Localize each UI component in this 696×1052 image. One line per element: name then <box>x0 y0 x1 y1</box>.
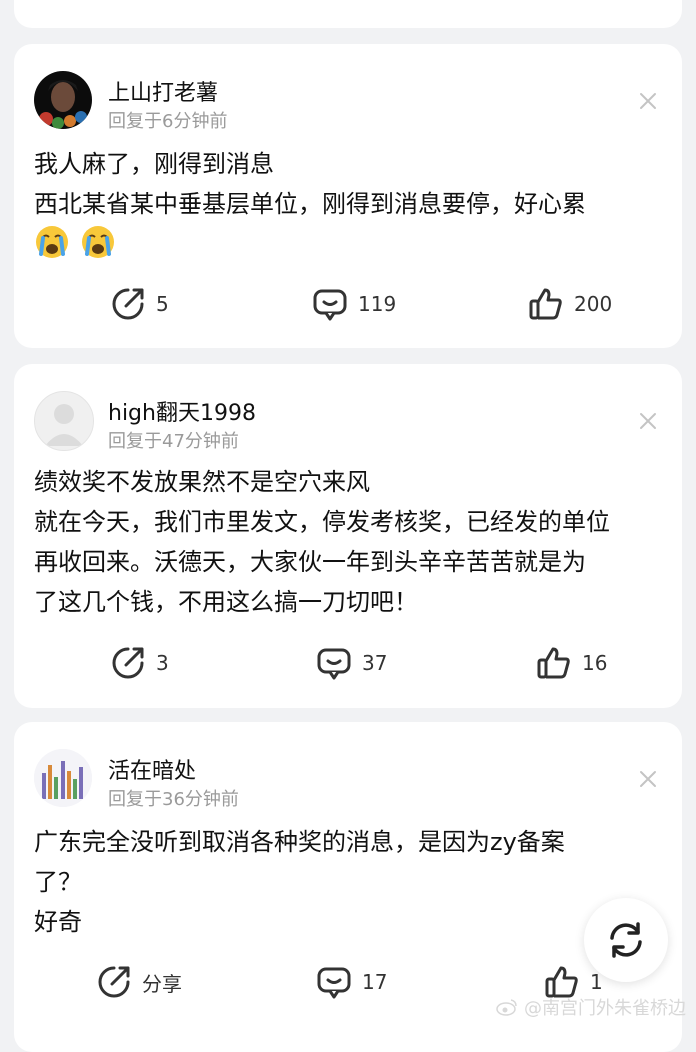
share-count: 5 <box>156 292 169 316</box>
avatar[interactable] <box>34 71 92 129</box>
comment-button[interactable]: 119 <box>312 284 396 324</box>
like-count: 200 <box>574 292 613 316</box>
watermark: @南宫门外朱雀桥边 <box>496 994 686 1020</box>
weibo-logo-icon <box>496 999 517 1016</box>
action-bar: 3 37 16 <box>14 643 682 683</box>
comment-icon <box>317 648 351 680</box>
comment-text: 绩效奖不发放果然不是空穴来风 就在今天，我们市里发文，停发考核奖，已经发的单位 … <box>34 462 658 622</box>
thumbs-up-icon <box>529 288 562 320</box>
comment-line: 再收回来。沃德天，大家伙一年到头辛辛苦苦就是为 <box>34 548 586 576</box>
close-icon[interactable] <box>636 409 660 433</box>
share-icon <box>112 288 144 320</box>
comment-line: 绩效奖不发放果然不是空穴来风 <box>34 468 370 496</box>
reply-time: 回复于6分钟前 <box>108 111 228 132</box>
crying-face-emoji <box>34 224 70 272</box>
like-button[interactable]: 16 <box>536 643 607 683</box>
username[interactable]: high翻天1998 <box>108 395 256 427</box>
refresh-icon <box>610 922 642 958</box>
comment-line: 好奇 <box>34 908 82 936</box>
comment-line: 了？ <box>34 868 82 896</box>
reply-time: 回复于36分钟前 <box>108 789 239 810</box>
comment-card: high翻天1998 回复于47分钟前 绩效奖不发放果然不是空穴来风 就在今天，… <box>14 364 682 708</box>
comment-count: 17 <box>362 970 388 994</box>
close-icon[interactable] <box>636 767 660 791</box>
crying-face-emoji <box>80 224 116 272</box>
share-count: 3 <box>156 651 169 675</box>
username[interactable]: 上山打老薯 <box>108 75 218 107</box>
comment-button[interactable]: 37 <box>316 643 387 683</box>
comment-count: 37 <box>362 651 388 675</box>
comment-line: 就在今天，我们市里发文，停发考核奖，已经发的单位 <box>34 508 610 536</box>
comment-card-partial <box>14 0 682 28</box>
share-button[interactable]: 5 <box>110 284 169 324</box>
share-icon <box>112 647 144 679</box>
comment-text: 广东完全没听到取消各种奖的消息，是因为zy备案 了？ 好奇 <box>34 822 658 942</box>
comment-button[interactable]: 17 <box>316 962 387 1002</box>
comment-icon <box>313 289 347 321</box>
comment-line: 了这几个钱，不用这么搞一刀切吧！ <box>34 588 418 616</box>
share-button[interactable]: 分享 <box>96 962 182 1002</box>
avatar[interactable] <box>34 749 92 807</box>
watermark-text: @南宫门外朱雀桥边 <box>524 998 686 1019</box>
avatar[interactable] <box>34 391 94 451</box>
share-button[interactable]: 3 <box>110 643 169 683</box>
username[interactable]: 活在暗处 <box>108 753 196 785</box>
share-icon <box>98 966 130 998</box>
close-icon[interactable] <box>636 89 660 113</box>
comment-line: 广东完全没听到取消各种奖的消息，是因为zy备案 <box>34 828 565 856</box>
share-label: 分享 <box>142 971 182 996</box>
comment-line: 西北某省某中垂基层单位，刚得到消息要停，好心累 <box>34 190 586 218</box>
action-bar: 5 119 200 <box>14 284 682 324</box>
like-count: 16 <box>582 651 608 675</box>
comment-count: 119 <box>358 292 397 316</box>
reply-time: 回复于47分钟前 <box>108 431 239 452</box>
like-button[interactable]: 200 <box>528 284 612 324</box>
comment-card: 上山打老薯 回复于6分钟前 我人麻了，刚得到消息 西北某省某中垂基层单位，刚得到… <box>14 44 682 348</box>
comment-text: 我人麻了，刚得到消息 西北某省某中垂基层单位，刚得到消息要停，好心累 <box>34 144 658 272</box>
thumbs-up-icon <box>537 647 570 679</box>
comment-line: 我人麻了，刚得到消息 <box>34 150 274 178</box>
comment-icon <box>317 967 351 999</box>
refresh-button[interactable] <box>584 898 668 982</box>
